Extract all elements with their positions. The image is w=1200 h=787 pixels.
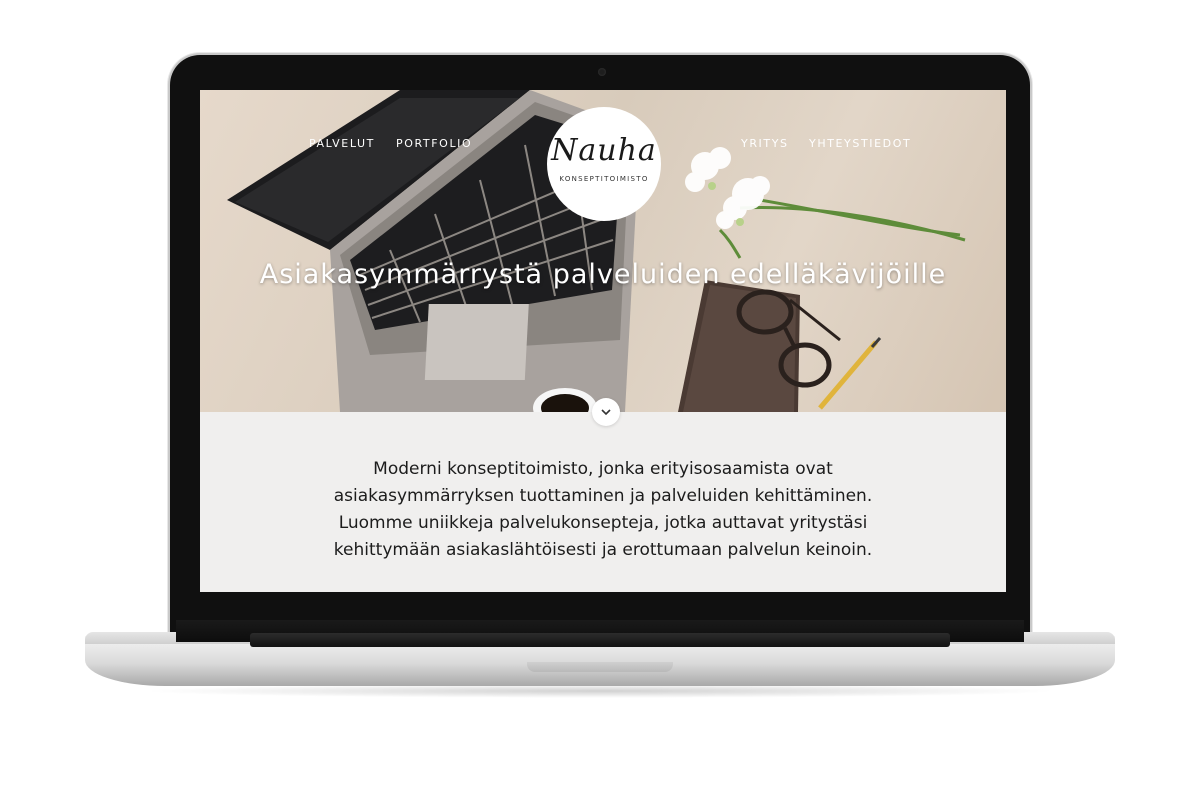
hero-title: Asiakasymmärrystä palveluiden edelläkävi… (259, 259, 947, 290)
hero-section: PALVELUT PORTFOLIO YRITYS YHTEYSTIEDOT N… (200, 90, 1006, 412)
logo-subtitle: KONSEPTITOIMISTO (559, 175, 649, 183)
laptop-shadow (140, 684, 1060, 698)
website-screen: PALVELUT PORTFOLIO YRITYS YHTEYSTIEDOT N… (200, 90, 1006, 592)
scroll-down-button[interactable] (592, 398, 620, 426)
logo[interactable]: Nauha KONSEPTITOIMISTO (547, 107, 661, 221)
intro-section: Moderni konseptitoimisto, jonka erityiso… (200, 412, 1006, 592)
camera (598, 68, 606, 76)
trackpad-notch (527, 662, 673, 672)
intro-text: Moderni konseptitoimisto, jonka erityiso… (333, 459, 873, 560)
keyboard-slot (250, 633, 950, 647)
nav-yritys[interactable]: YRITYS (741, 137, 789, 150)
nav-palvelut[interactable]: PALVELUT (309, 137, 375, 150)
nav-portfolio[interactable]: PORTFOLIO (396, 137, 472, 150)
chevron-down-icon (601, 409, 611, 416)
nav-yhteystiedot[interactable]: YHTEYSTIEDOT (809, 137, 911, 150)
logo-script: Nauha (551, 133, 657, 168)
